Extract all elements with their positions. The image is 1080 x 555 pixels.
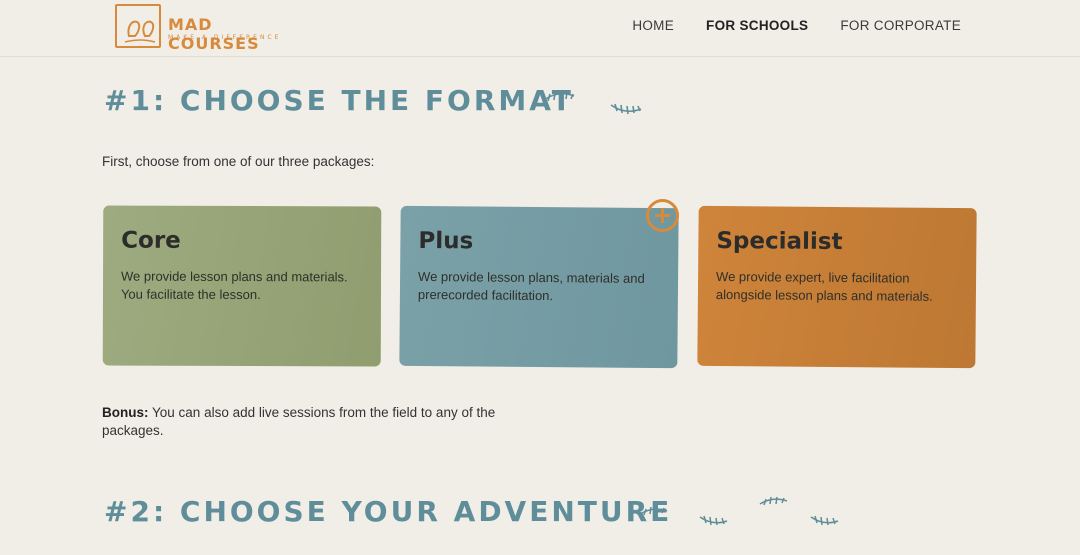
nav-item-for-schools[interactable]: FOR SCHOOLS xyxy=(706,18,808,33)
format-intro-text: First, choose from one of our three pack… xyxy=(102,154,375,169)
package-description: We provide lesson plans and materials. Y… xyxy=(120,268,348,303)
plus-circle-icon xyxy=(646,199,679,232)
package-description: We provide expert, live facilitation alo… xyxy=(715,268,933,304)
brand-tagline: MAKE A DIFFERENCE xyxy=(168,34,282,41)
footprint-decoration-icon xyxy=(639,506,668,516)
logo[interactable]: MAD COURSES MAKE A DIFFERENCE xyxy=(104,4,304,53)
bonus-text: You can also add live sessions from the … xyxy=(102,405,496,438)
nav-item-home[interactable]: HOME xyxy=(632,18,674,33)
footprint-decoration-icon xyxy=(610,103,642,115)
package-title: Core xyxy=(121,227,181,254)
bonus-label: Bonus: xyxy=(102,405,149,420)
package-title: Plus xyxy=(418,227,474,255)
section-heading-adventure: #2: CHOOSE YOUR ADVENTURE xyxy=(104,495,673,528)
package-card-plus[interactable]: Plus We provide lesson plans, materials … xyxy=(399,205,679,369)
nav-item-for-corporate[interactable]: FOR CORPORATE xyxy=(840,18,961,33)
main-nav: HOME FOR SCHOOLS FOR CORPORATE xyxy=(632,18,961,33)
bonus-note: Bonus: You can also add live sessions fr… xyxy=(102,404,532,440)
package-card-specialist[interactable]: Specialist We provide expert, live facil… xyxy=(697,205,977,369)
footprint-decoration-icon xyxy=(810,515,839,526)
package-description: We provide lesson plans, materials and p… xyxy=(417,268,645,304)
footprint-logo-icon xyxy=(115,4,161,48)
section-heading-format: #1: CHOOSE THE FORMAT xyxy=(104,84,574,117)
footprint-decoration-icon xyxy=(759,496,788,506)
footprint-decoration-icon xyxy=(699,515,728,526)
package-card-core[interactable]: Core We provide lesson plans and materia… xyxy=(102,205,382,367)
package-title: Specialist xyxy=(716,227,843,256)
footprint-decoration-icon xyxy=(543,90,575,102)
site-header: MAD COURSES MAKE A DIFFERENCE HOME FOR S… xyxy=(0,0,1080,57)
